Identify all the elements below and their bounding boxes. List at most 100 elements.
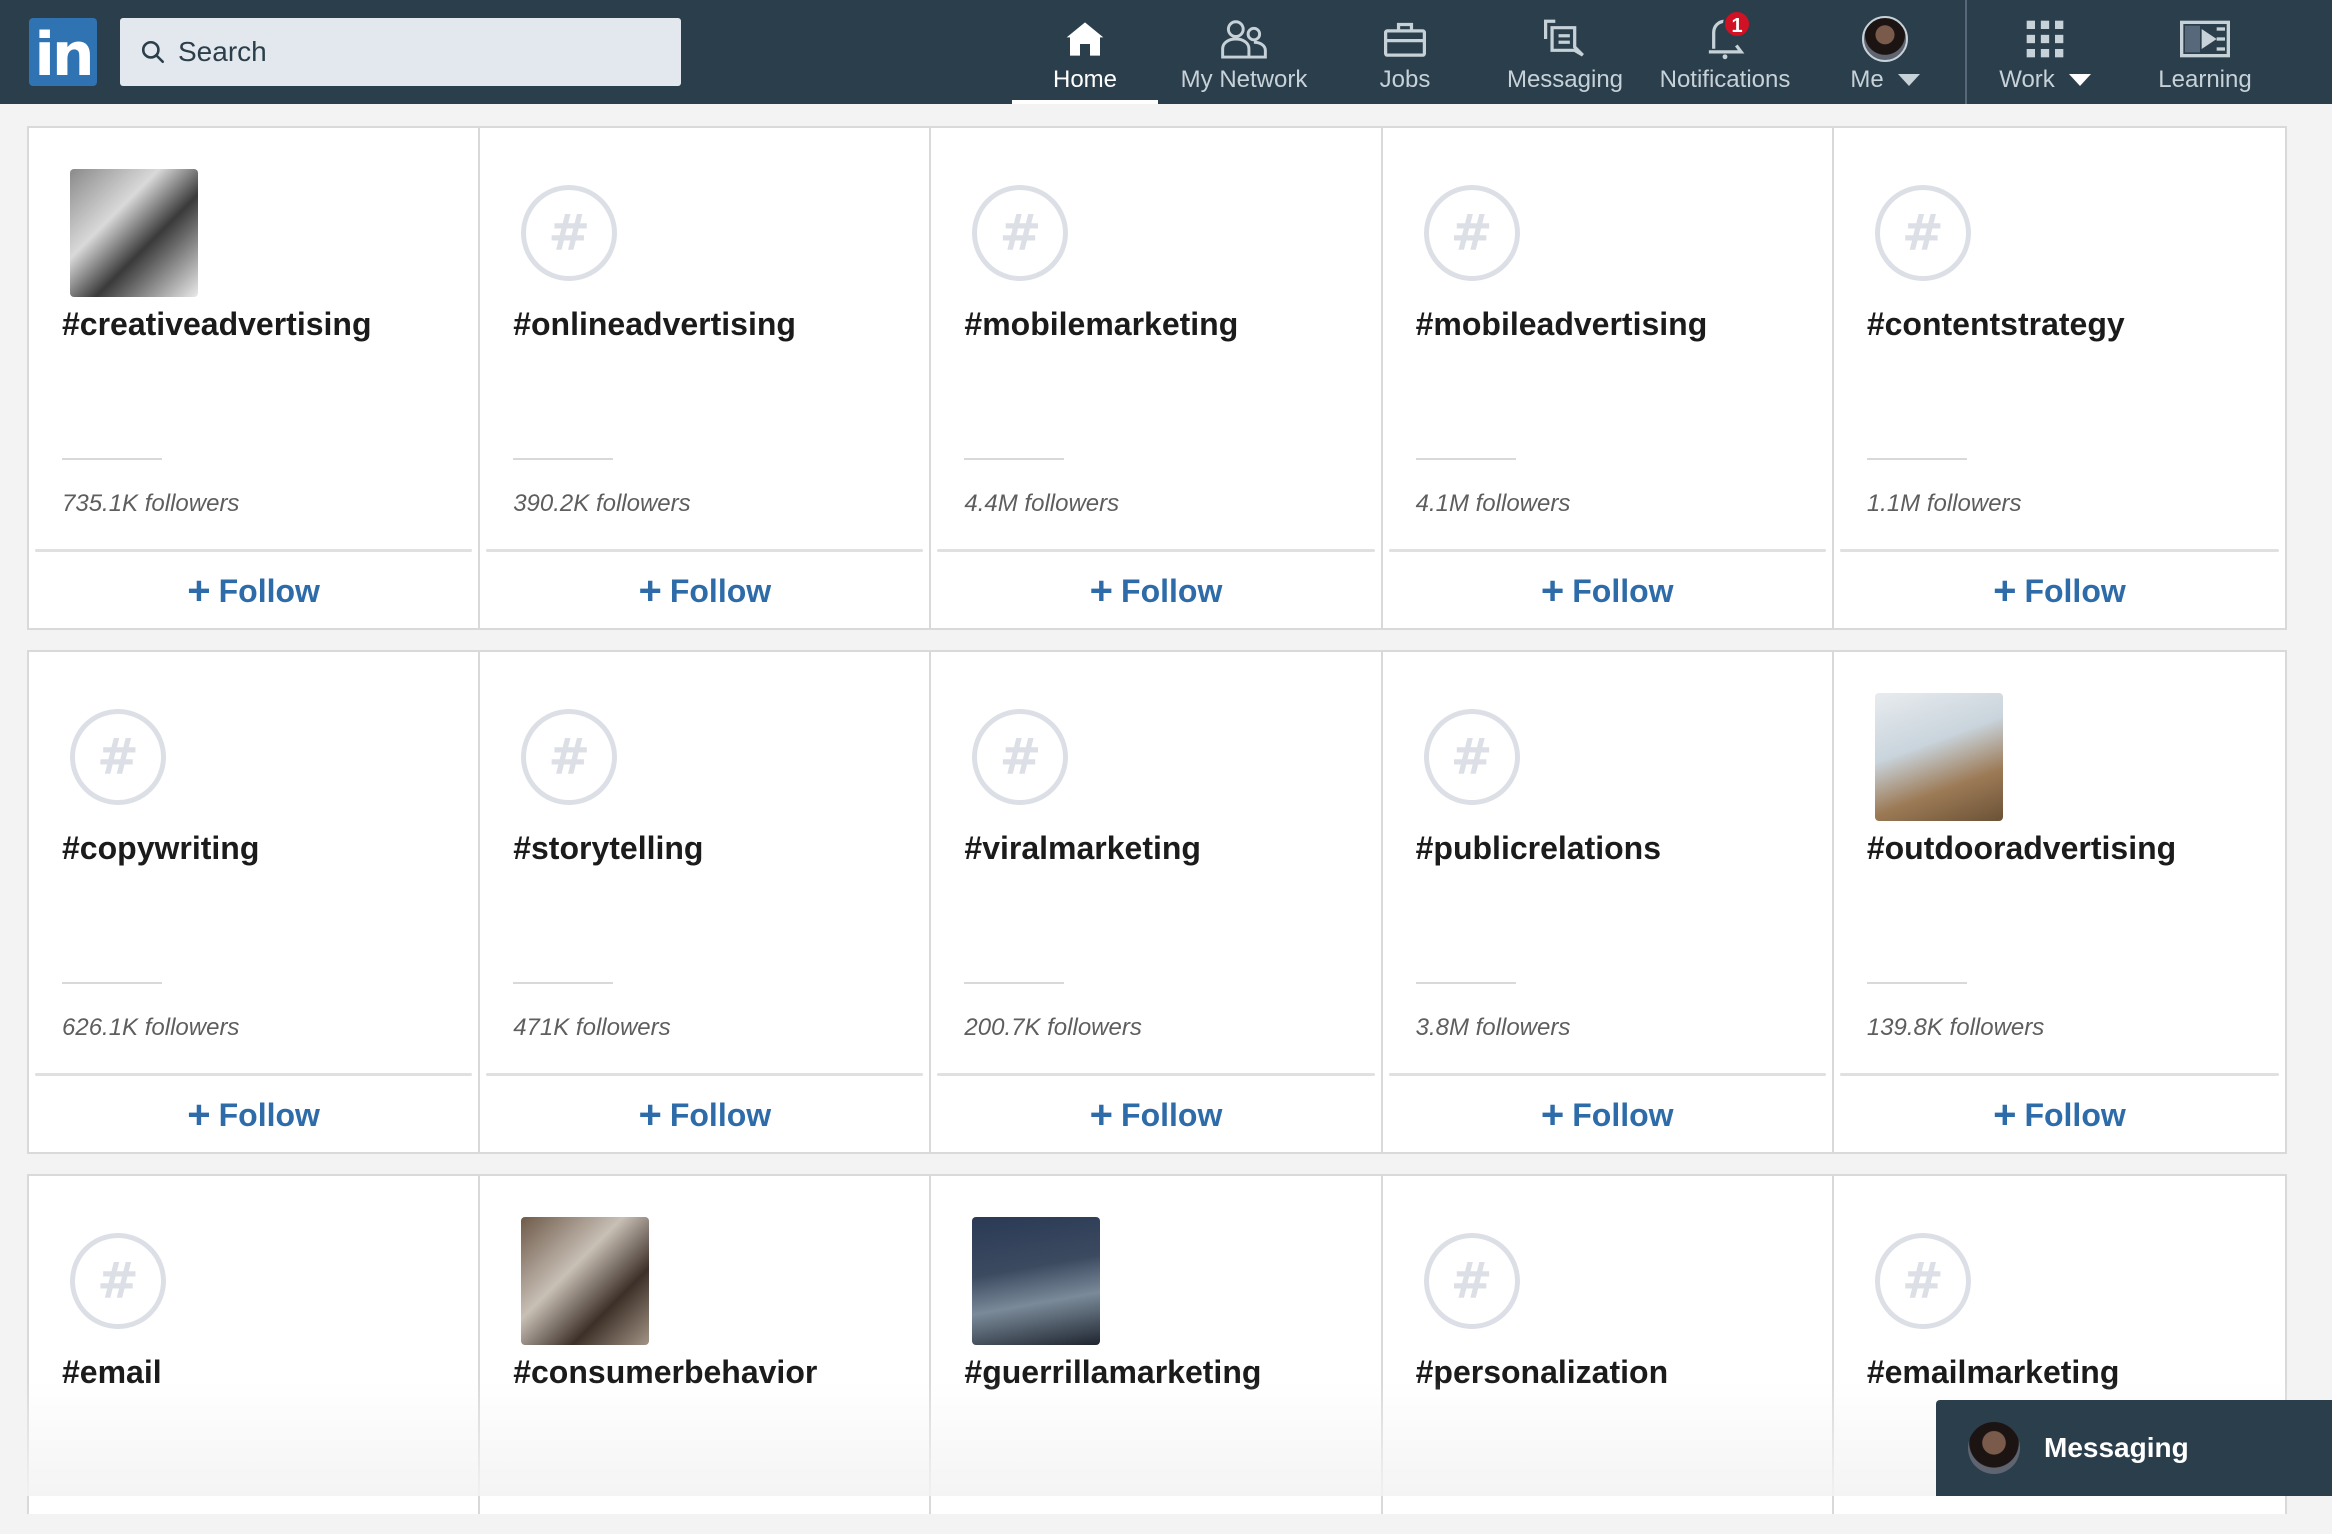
search-input[interactable]: Search [120,18,681,86]
follow-button[interactable]: + Follow [29,552,478,630]
hashtag-card[interactable]: # #storytelling 471K followers + Follow [480,652,932,1154]
hashtag-name[interactable]: #emailmarketing [1867,1354,2120,1391]
plus-icon: + [638,1093,662,1137]
caret-down-icon [1897,74,1920,86]
follow-button[interactable]: + Follow [1383,552,1832,630]
follow-button[interactable]: + Follow [480,552,929,630]
divider [1866,458,1967,460]
hashtag-icon: # [1423,709,1520,805]
nav-messaging[interactable]: Messaging [1500,0,1630,104]
nav-jobs[interactable]: Jobs [1350,0,1460,104]
nav-label: Home [1052,66,1118,93]
hashtag-card[interactable]: #outdooradvertising 139.8K followers + Foll… [1834,652,2285,1152]
plus-icon: + [1993,1093,2017,1137]
hashtag-card[interactable]: #guerrillamarketing [931,1176,1383,1514]
hashtag-card[interactable]: # #onlineadvertising 390.2K followers + Foll… [480,128,932,630]
hashtag-name[interactable]: #mobileadvertising [1416,306,1708,343]
hashtag-row: # #copywriting 626.1K followers + Follow # #st… [27,650,2287,1154]
follower-count: 471K followers [513,1014,671,1041]
follow-button[interactable]: + Follow [1834,552,2285,630]
hashtag-image [972,1217,1101,1345]
follow-label: Follow [669,1096,772,1133]
hashtag-icon: # [1874,1233,1971,1329]
hashtag-name[interactable]: #onlineadvertising [513,306,796,343]
divider [1415,458,1516,460]
follow-label: Follow [218,1096,320,1133]
hashtag-card[interactable]: # #copywriting 626.1K followers + Follow [29,652,481,1154]
hashtag-name[interactable]: #outdooradvertising [1867,830,2176,867]
follow-button[interactable]: + Follow [480,1076,929,1154]
plus-icon: + [1089,1093,1114,1137]
follow-label: Follow [1121,572,1223,609]
hashtag-card[interactable]: # #email [29,1176,481,1514]
hashtag-card[interactable]: #creativeadvertising 735.1K followers + Fol… [29,128,481,630]
hashtag-name[interactable]: #storytelling [513,830,703,867]
follower-count: 626.1K followers [62,1014,240,1041]
divider [1866,982,1967,984]
nav-home[interactable]: Home [1012,0,1158,104]
hashtag-card[interactable]: # #personalization [1383,1176,1834,1514]
hashtag-card[interactable]: # #publicrelations 3.8M followers + Follow [1383,652,1834,1152]
hashtag-name[interactable]: #viralmarketing [964,830,1201,867]
follow-label: Follow [669,572,772,609]
divider [513,982,614,984]
play-icon [2175,16,2235,62]
nav-notifications[interactable]: 1 Notifications [1650,0,1800,104]
nav-work[interactable]: Work [1990,0,2100,104]
follow-button[interactable]: + Follow [931,1076,1380,1154]
nav-label: Jobs [1379,66,1431,93]
bell-icon: 1 [1695,10,1755,62]
follow-label: Follow [218,572,320,609]
nav-my-network[interactable]: My Network [1170,0,1318,104]
hashtag-name[interactable]: #email [62,1354,162,1391]
hashtag-name[interactable]: #creativeadvertising [62,306,372,343]
plus-icon: + [638,569,662,613]
follow-button[interactable]: + Follow [1383,1076,1832,1154]
hashtag-icon: # [70,709,166,805]
hashtag-card[interactable]: # #contentstrategy 1.1M followers + Follow [1834,128,2285,628]
hashtag-name[interactable]: #contentstrategy [1867,306,2125,343]
plus-icon: + [187,569,211,613]
follow-button[interactable]: + Follow [931,552,1380,630]
hashtag-icon: # [1423,1233,1520,1329]
follower-count: 200.7K followers [964,1014,1142,1041]
nav-label: My Network [1180,66,1308,93]
divider [62,458,162,460]
hashtag-image [70,169,198,297]
divider [513,458,614,460]
hashtag-grid: #creativeadvertising 735.1K followers + Fol… [27,126,2287,1534]
hashtag-name[interactable]: #copywriting [62,830,259,867]
nav-me[interactable]: Me [1840,0,1930,104]
nav-learning[interactable]: Learning [2150,0,2260,104]
hashtag-icon: # [1874,185,1971,281]
hashtag-name[interactable]: #publicrelations [1416,830,1661,867]
avatar [1968,1422,2020,1474]
follower-count: 390.2K followers [513,490,691,517]
hashtag-card[interactable]: # #mobileadvertising 4.1M followers + Follow [1383,128,1834,628]
grid-icon [2015,16,2075,62]
hashtag-name[interactable]: #personalization [1416,1354,1669,1391]
hashtag-icon: # [972,709,1069,805]
hashtag-card[interactable]: #consumerbehavior [480,1176,932,1514]
nav-label: Work [1999,66,2091,94]
hashtag-name[interactable]: #consumerbehavior [513,1354,817,1391]
hashtag-card[interactable]: # #mobilemarketing 4.4M followers + Follow [931,128,1383,630]
plus-icon: + [1089,569,1114,613]
follower-count: 139.8K followers [1866,1014,2045,1041]
follow-button[interactable]: + Follow [29,1076,478,1154]
hashtag-card[interactable]: # #viralmarketing 200.7K followers + Follow [931,652,1383,1154]
hashtag-icon: # [521,709,618,805]
hashtag-name[interactable]: #guerrillamarketing [964,1354,1261,1391]
home-icon [1055,16,1115,62]
hashtag-icon: # [70,1233,166,1329]
follower-count: 4.1M followers [1415,490,1571,517]
follow-label: Follow [2024,572,2126,609]
hashtag-name[interactable]: #mobilemarketing [964,306,1238,343]
follow-button[interactable]: + Follow [1834,1076,2285,1154]
nav-label: Me [1850,66,1920,94]
linkedin-logo[interactable]: in [29,18,97,90]
messaging-overlay-bar[interactable]: Messaging [1936,1400,2332,1496]
follower-count: 1.1M followers [1866,490,2022,517]
nav-label: Messaging [1506,66,1624,93]
chat-icon [1535,16,1595,62]
